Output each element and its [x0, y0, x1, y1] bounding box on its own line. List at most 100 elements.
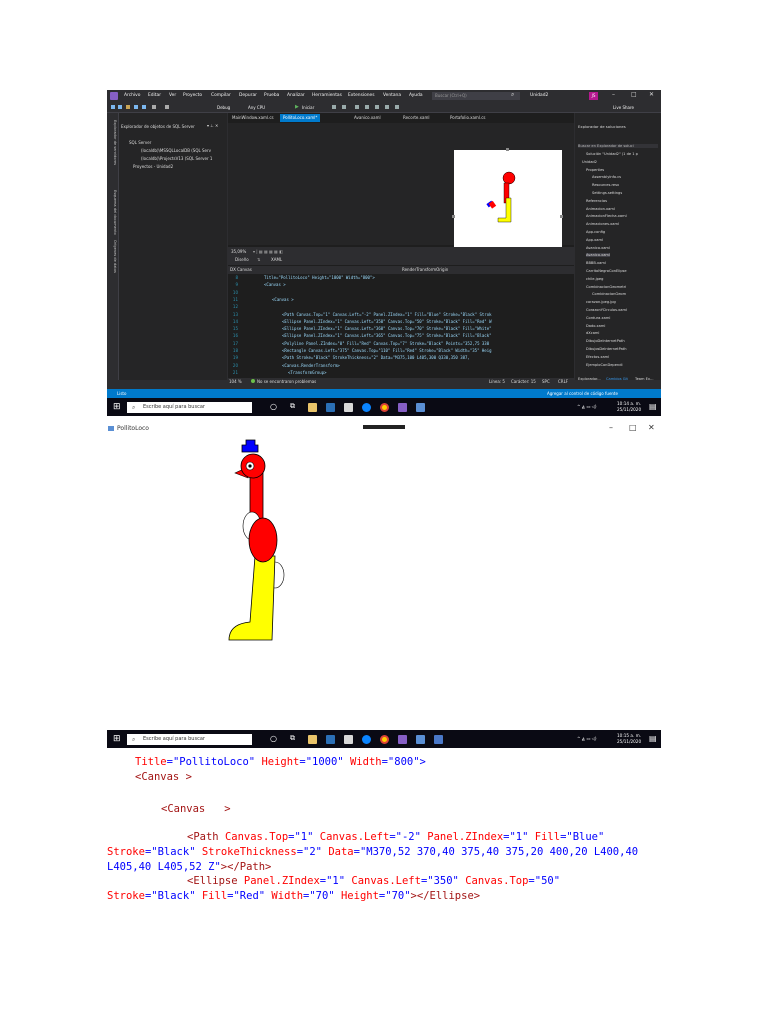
zoom-level[interactable]: 35,09%	[231, 249, 246, 254]
task-view-icon[interactable]: ⧉	[290, 402, 295, 411]
chrome-icon[interactable]	[380, 403, 389, 412]
doc-tab[interactable]: Recorte.xaml	[400, 114, 432, 122]
solution-item[interactable]: corazon.jpeg.jpg	[586, 300, 616, 304]
edge-icon[interactable]	[362, 735, 371, 744]
menu-ver[interactable]: Ver	[169, 93, 176, 98]
redo-icon[interactable]	[165, 105, 169, 109]
save-icon[interactable]	[134, 105, 138, 109]
user-avatar[interactable]: JS	[589, 92, 598, 100]
menu-proyecto[interactable]: Proyecto	[183, 93, 202, 98]
toolbar-icon[interactable]	[375, 105, 379, 109]
store-icon[interactable]	[326, 403, 335, 412]
toolbar-icon[interactable]	[355, 105, 359, 109]
toolbar-icon[interactable]	[365, 105, 369, 109]
tree-item[interactable]: SQL Server	[129, 140, 151, 145]
forward-icon[interactable]	[118, 105, 122, 109]
menu-prueba[interactable]: Prueba	[264, 93, 279, 98]
solution-item[interactable]: App.config	[586, 230, 605, 234]
menu-depurar[interactable]: Depurar	[239, 93, 257, 98]
menu-analizar[interactable]: Analizar	[287, 93, 305, 98]
tree-item[interactable]: (localdb)\MSSQLLocalDB (SQL Serv	[141, 148, 211, 153]
chrome-icon[interactable]	[380, 735, 389, 744]
notification-icon[interactable]: ▤	[649, 402, 657, 411]
panel-pin-icon[interactable]: ▾ ⊥ ✕	[207, 123, 218, 128]
solution-item[interactable]: Dado.xaml	[586, 324, 605, 328]
source-control-button[interactable]: Agregar al control de código fuente	[547, 391, 618, 396]
panel-tab[interactable]: Explorador...	[578, 377, 601, 381]
system-tray-icons[interactable]: ^ ◭ ▭ ◁)	[577, 736, 597, 741]
task-view-icon[interactable]: ⧉	[290, 734, 295, 743]
selection-handle[interactable]	[506, 148, 509, 151]
menu-editar[interactable]: Editar	[148, 93, 161, 98]
taskbar-search-input[interactable]: Escribe aquí para buscar	[127, 402, 252, 413]
menu-ventana[interactable]: Ventana	[383, 93, 401, 98]
solution-item[interactable]: Animacion.xaml	[586, 207, 615, 211]
menu-extensiones[interactable]: Extensiones	[348, 93, 375, 98]
side-tab-document-outline[interactable]: Esquema del documento	[108, 190, 117, 235]
close-icon[interactable]: ✕	[649, 91, 654, 98]
solution-item[interactable]: AnimacionFlecha.xaml	[586, 214, 627, 218]
app-window-icon[interactable]	[416, 735, 425, 744]
doc-tab[interactable]: Portafolio.xaml.cs	[447, 114, 489, 122]
solution-item[interactable]: Unidad2	[582, 160, 597, 164]
open-folder-icon[interactable]	[126, 105, 130, 109]
solution-item[interactable]: Settings.settings	[592, 191, 622, 195]
visual-studio-taskbar-icon[interactable]	[398, 403, 407, 412]
panel-tab[interactable]: Cambios Git	[606, 377, 628, 381]
toolbar-icon[interactable]	[385, 105, 389, 109]
app-icon[interactable]	[344, 403, 353, 412]
tree-item[interactable]: (localdb)\ProjectsV13 (SQL Server 1	[141, 156, 212, 161]
save-all-icon[interactable]	[142, 105, 146, 109]
solution-item[interactable]: Animaciones.xaml	[586, 222, 619, 226]
view-tab-design[interactable]: Diseño	[235, 257, 249, 262]
menu-herramientas[interactable]: Herramientas	[312, 93, 342, 98]
minimize-icon[interactable]: –	[612, 91, 615, 98]
solution-item[interactable]: Solución "Unidad2" (1 de 1 p	[586, 152, 638, 156]
solution-item[interactable]: EjemploConDependi	[586, 363, 622, 367]
solution-item[interactable]: Avanico.xaml	[586, 253, 610, 258]
solution-item[interactable]: dXcaml	[586, 331, 599, 335]
windows-start-icon[interactable]: ⊞	[113, 734, 121, 744]
breadcrumb-property[interactable]: RenderTransformOrigin	[402, 267, 448, 272]
vs-search-input[interactable]: Buscar (Ctrl+Q)	[432, 92, 520, 100]
back-icon[interactable]	[111, 105, 115, 109]
problems-status[interactable]: No se encontraron problemas	[257, 379, 316, 384]
solution-item[interactable]: chile.jpeg	[586, 277, 603, 281]
undo-icon[interactable]	[152, 105, 156, 109]
start-button[interactable]: Iniciar	[302, 105, 314, 110]
file-explorer-icon[interactable]	[308, 735, 317, 744]
solution-item[interactable]: BBBB.xaml	[586, 261, 606, 265]
doc-tab[interactable]: MainWindow.xaml.cs	[229, 114, 277, 122]
visual-studio-taskbar-icon[interactable]	[398, 735, 407, 744]
design-canvas[interactable]	[454, 150, 562, 247]
solution-search-input[interactable]: Buscar en Explorador de soluci	[578, 144, 658, 148]
selection-handle[interactable]	[560, 215, 563, 218]
solution-item[interactable]: CombinacionGeometri	[586, 285, 626, 289]
side-tab-server-explorer[interactable]: Explorador de servidores	[108, 120, 117, 165]
search-icon[interactable]: ⌕	[511, 91, 514, 99]
xaml-code-editor[interactable]: 8 Title="PollitoLoco" Height="1000" Width…	[228, 274, 574, 378]
running-app-icon[interactable]	[434, 735, 443, 744]
windows-start-icon[interactable]: ⊞	[113, 402, 121, 412]
bookmark-icon[interactable]	[395, 105, 399, 109]
edge-icon[interactable]	[362, 403, 371, 412]
taskbar-search-input[interactable]: Escribe aquí para buscar	[127, 734, 252, 745]
solution-item[interactable]: Cordura.xaml	[586, 316, 610, 320]
play-icon[interactable]: ▶	[295, 104, 299, 110]
solution-item[interactable]: AssemblyInfo.cs	[592, 175, 621, 179]
notification-icon[interactable]: ▤	[649, 734, 657, 743]
app-window-icon[interactable]	[416, 403, 425, 412]
platform-dropdown[interactable]: Any CPU	[248, 105, 265, 110]
app-icon[interactable]	[344, 735, 353, 744]
system-tray-icons[interactable]: ^ ◭ ▭ ◁)	[577, 404, 597, 409]
selection-handle[interactable]	[452, 215, 455, 218]
breadcrumb-element[interactable]: DX Canvas	[230, 267, 252, 272]
cortana-icon[interactable]: ○	[270, 734, 277, 743]
cortana-icon[interactable]: ○	[270, 402, 277, 411]
solution-item[interactable]: App.xaml	[586, 238, 603, 242]
solution-item[interactable]: Efectos.xaml	[586, 355, 609, 359]
solution-item[interactable]: Referencias	[586, 199, 607, 203]
config-dropdown[interactable]: Debug	[217, 105, 230, 110]
solution-item[interactable]: DibujosDelnternetPath	[586, 347, 626, 351]
live-share-button[interactable]: Live Share	[613, 105, 634, 110]
